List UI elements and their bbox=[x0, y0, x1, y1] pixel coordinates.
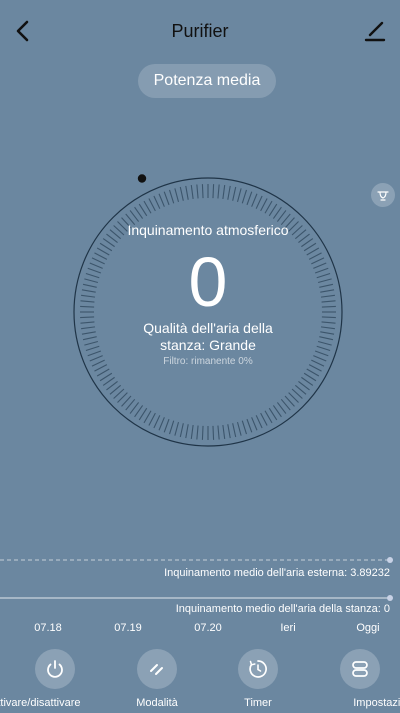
outdoor-data-point bbox=[387, 557, 393, 563]
page-title: Purifier bbox=[171, 21, 229, 41]
chart-x-axis: 07.18 07.19 07.20 Ieri Oggi bbox=[0, 622, 400, 638]
purifier-screen: Purifier Potenza media Inquinamento atmo… bbox=[0, 0, 400, 713]
settings-circle[interactable] bbox=[340, 649, 380, 689]
air-quality-text: Qualità dell'aria della stanza: Grande bbox=[143, 320, 273, 353]
settings-button[interactable]: Impostazioni bbox=[310, 645, 400, 713]
dial-label: Inquinamento atmosferico bbox=[127, 222, 289, 238]
header: Purifier bbox=[0, 0, 400, 60]
mode-button[interactable]: Modalità bbox=[107, 645, 207, 713]
x-tick-label: 07.20 bbox=[194, 622, 222, 634]
mode-slashes-icon bbox=[150, 664, 163, 675]
power-label: Attivare/disattivare bbox=[0, 697, 81, 709]
filter-remaining: Filtro: rimanente 0% bbox=[163, 356, 253, 367]
edit-button[interactable] bbox=[362, 18, 388, 44]
power-button[interactable]: Attivare/disattivare bbox=[0, 645, 105, 713]
timer-circle[interactable] bbox=[238, 649, 278, 689]
x-tick-label: Ieri bbox=[280, 622, 296, 634]
x-tick-label: Oggi bbox=[356, 622, 380, 634]
x-tick-label: 07.19 bbox=[114, 622, 142, 634]
bottom-bar: Attivare/disattivare Modalità Timer bbox=[0, 645, 400, 713]
fan-icon bbox=[377, 191, 389, 201]
indoor-data-point bbox=[387, 595, 393, 601]
power-icon bbox=[47, 660, 63, 678]
power-circle[interactable] bbox=[35, 649, 75, 689]
settings-label: Impostazioni bbox=[353, 697, 400, 709]
mode-pill[interactable]: Potenza media bbox=[138, 64, 276, 98]
pollution-value: 0 bbox=[188, 243, 228, 321]
timer-icon bbox=[249, 660, 267, 678]
dial-text: Inquinamento atmosferico 0 Qualità dell'… bbox=[68, 172, 348, 452]
indoor-average-label: Inquinamento medio dell'aria della stanz… bbox=[175, 603, 390, 615]
settings-stack-icon bbox=[352, 661, 368, 677]
side-fan-button[interactable] bbox=[371, 183, 395, 207]
edit-pen-icon bbox=[364, 21, 386, 42]
mode-circle[interactable] bbox=[137, 649, 177, 689]
outdoor-average-label: Inquinamento medio dell'aria esterna: 3.… bbox=[164, 567, 390, 579]
x-tick-label: 07.18 bbox=[34, 622, 62, 634]
timer-button[interactable]: Timer bbox=[208, 645, 308, 713]
timer-label: Timer bbox=[244, 697, 272, 709]
